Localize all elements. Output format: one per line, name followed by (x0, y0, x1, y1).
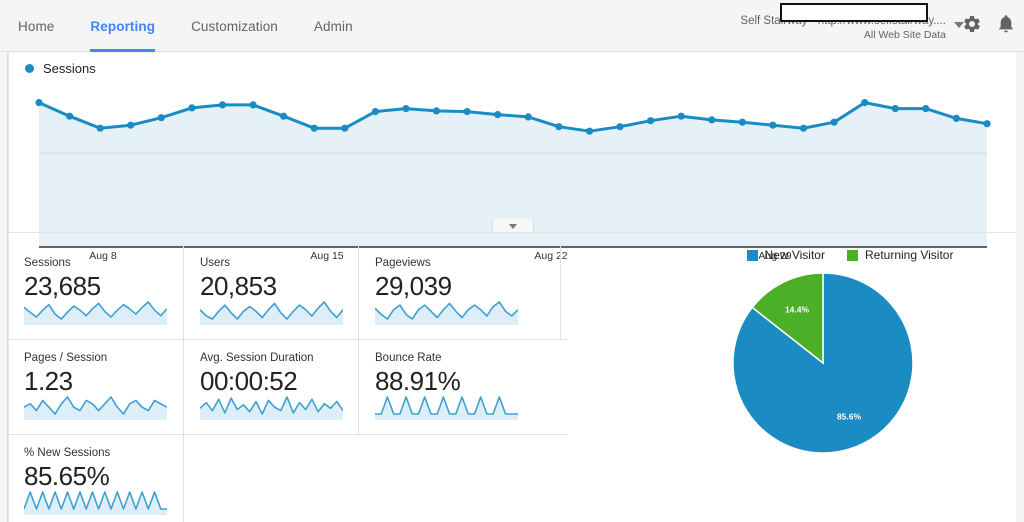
metric-label: Pageviews (375, 257, 431, 269)
metric-card-empty (358, 435, 533, 522)
nav-tab-admin[interactable]: Admin (296, 0, 371, 52)
metric-value: 29,039 (375, 271, 452, 301)
pie-legend-label: Returning Visitor (864, 248, 954, 262)
sessions-chart-legend: Sessions (25, 61, 96, 76)
metric-card-pages-per-session[interactable]: Pages / Session 1.23 (8, 340, 183, 434)
legend-dot-icon (25, 64, 34, 73)
metric-card-users[interactable]: Users 20,853 (183, 245, 358, 339)
pie-legend-item-new-visitor[interactable]: New Visitor (746, 248, 825, 262)
metric-value: 85.65% (24, 461, 110, 491)
metric-value: 00:00:52 (200, 366, 298, 396)
nav-tab-label: Customization (191, 18, 278, 34)
nav-tab-label: Admin (313, 18, 353, 34)
top-navigation-bar: Home Reporting Customization Admin Self … (0, 0, 1024, 52)
metric-value: 88.91% (375, 366, 461, 396)
metric-row: Sessions 23,685 Users 20,853 Pageviews 2… (8, 245, 568, 339)
sparkline-avg-session-duration (200, 396, 343, 420)
metric-label: Bounce Rate (375, 352, 442, 364)
sparkline-percent-new-sessions (24, 491, 167, 515)
account-view-name: All Web Site Data (863, 29, 946, 42)
metric-row: Pages / Session 1.23 Avg. Session Durati… (8, 340, 568, 434)
gear-icon[interactable] (962, 14, 982, 39)
sparkline-pages-per-session (24, 396, 167, 420)
chart-collapse-handle[interactable] (492, 219, 534, 233)
pie-slice-label-new-visitor: 85.6% (837, 411, 862, 421)
metric-value: 20,853 (200, 271, 277, 301)
metric-card-pageviews[interactable]: Pageviews 29,039 (358, 245, 533, 339)
metric-row: % New Sessions 85.65% (8, 435, 568, 522)
chart-section-divider (8, 232, 1016, 233)
metric-value: 23,685 (24, 271, 101, 301)
bell-icon[interactable] (996, 14, 1016, 39)
nav-tab-label: Home (18, 18, 55, 34)
metric-card-bounce-rate[interactable]: Bounce Rate 88.91% (358, 340, 533, 434)
metric-card-empty (183, 435, 358, 522)
metric-label: Avg. Session Duration (200, 352, 314, 364)
metric-cards-grid: Sessions 23,685 Users 20,853 Pageviews 2… (8, 245, 568, 522)
legend-swatch-icon (846, 249, 858, 261)
metric-value: 1.23 (24, 366, 73, 396)
visitor-type-pie-widget: New Visitor Returning Visitor 85.6% 14.4… (700, 248, 1000, 468)
pie-legend-item-returning-visitor[interactable]: Returning Visitor (846, 248, 954, 262)
analytics-dashboard: Home Reporting Customization Admin Self … (0, 0, 1024, 522)
metric-label: % New Sessions (24, 447, 111, 459)
metric-grid-right-divider (560, 245, 561, 339)
pie-legend-label: New Visitor (764, 248, 825, 262)
sessions-legend-label: Sessions (43, 61, 96, 76)
metric-label: Users (200, 257, 231, 269)
nav-tab-customization[interactable]: Customization (173, 0, 296, 52)
left-side-strip (0, 53, 8, 522)
nav-tab-list: Home Reporting Customization Admin (0, 0, 371, 52)
sparkline-sessions (24, 301, 167, 325)
metric-label: Sessions (24, 257, 71, 269)
visitor-type-pie-chart[interactable]: 85.6% 14.4% (730, 270, 916, 456)
sparkline-bounce-rate (375, 396, 518, 420)
metric-card-sessions[interactable]: Sessions 23,685 (8, 245, 183, 339)
pie-legend: New Visitor Returning Visitor (718, 248, 982, 262)
metric-label: Pages / Session (24, 352, 108, 364)
nav-tab-label: Reporting (90, 18, 156, 34)
redacted-overlay-box (780, 3, 928, 22)
legend-swatch-icon (746, 249, 758, 261)
metric-card-percent-new-sessions[interactable]: % New Sessions 85.65% (8, 435, 183, 522)
sparkline-users (200, 301, 343, 325)
pie-slice-label-returning-visitor: 14.4% (785, 305, 810, 315)
metric-card-avg-session-duration[interactable]: Avg. Session Duration 00:00:52 (183, 340, 358, 434)
sparkline-pageviews (375, 301, 518, 325)
nav-tab-home[interactable]: Home (0, 0, 72, 52)
nav-tab-reporting[interactable]: Reporting (72, 0, 173, 52)
